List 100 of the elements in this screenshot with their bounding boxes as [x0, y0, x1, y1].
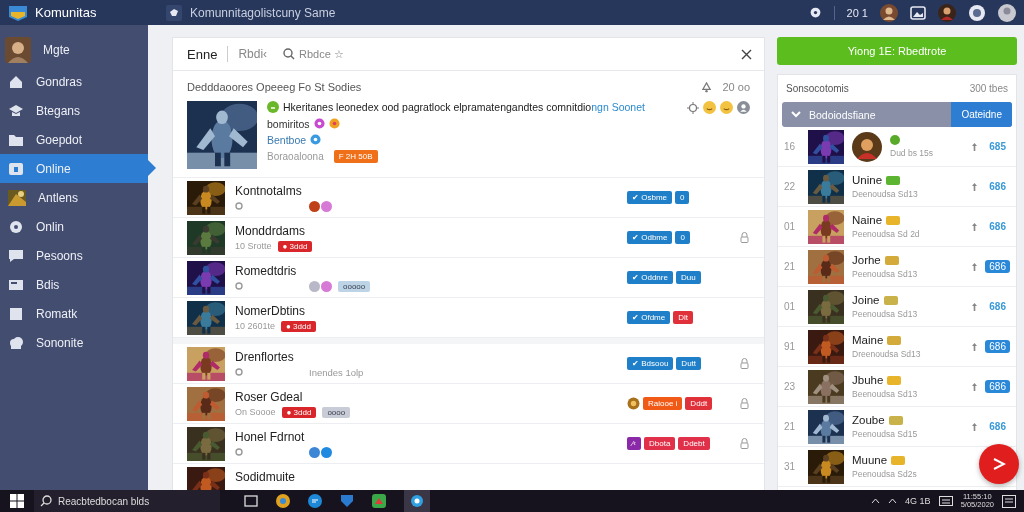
score: 686 — [988, 180, 1007, 193]
player-name[interactable]: Jbuhe — [852, 374, 884, 386]
score: 686 — [985, 340, 1010, 353]
list-row[interactable]: NomerDbtins 10 2601te ● 3ddd ✔ Ofdme Dlt — [173, 298, 764, 338]
group-button[interactable]: Oateidne — [951, 102, 1012, 127]
player-meta: Beenoudsa Sd13 — [852, 389, 919, 399]
post-subtitle: bomiritos — [267, 117, 310, 130]
sidebar-item[interactable]: Sononite — [0, 328, 148, 357]
ranking-title: Sonsocotomis — [786, 83, 849, 94]
item-note: Inendes 1olp — [309, 366, 364, 378]
sidebar-item[interactable]: Mgte — [0, 35, 148, 65]
sidebar-item[interactable]: Onlin — [0, 212, 148, 241]
post-text: Hkeritanes leonedex ood pagratlock elpramatengandtes comnitdiongn Soonet — [283, 101, 645, 114]
list-row[interactable]: Drenflortes Inendes 1olp ✔ Bdsoou Dutt — [173, 344, 764, 384]
player-meta: Peenoudsa Sd 2d — [852, 229, 921, 239]
player-meta: Deenoudsa Sd13 — [852, 189, 919, 199]
tag: ✔ Osbme — [627, 191, 672, 204]
player-name[interactable]: Unine — [852, 174, 883, 186]
sidebar-item[interactable]: Pesoons — [0, 241, 148, 270]
tag: 0 — [675, 231, 690, 244]
tag: Raiooe i — [643, 397, 683, 410]
rank-number: 01 — [784, 301, 797, 312]
sidebar-item[interactable]: Antlens — [0, 183, 148, 212]
item-meta: 10 Srotte — [235, 241, 272, 251]
tab[interactable]: Rbdi‹ — [238, 47, 268, 61]
score: 685 — [988, 140, 1007, 153]
tag: Dddt — [685, 397, 713, 410]
item-title[interactable]: Drenflortes — [235, 349, 535, 364]
item-title[interactable]: Kontnotalms — [235, 183, 535, 198]
tag: Dutt — [676, 357, 702, 370]
rank-number: 16 — [784, 141, 797, 152]
tag: oooo — [322, 406, 351, 418]
post-meta: Boraoaloona — [267, 150, 324, 162]
tag: ⁄‹ — [627, 437, 641, 450]
ranking-count: 300 tbes — [969, 83, 1008, 94]
taskbar-search[interactable]: Reacbtedbocan blds — [34, 490, 220, 512]
tag: ooooo — [338, 280, 371, 292]
player-meta: Peenoudsa Sd15 — [852, 429, 919, 439]
sidebar-item[interactable]: Goepdot — [0, 125, 148, 154]
player-name[interactable]: Naine — [852, 214, 883, 226]
tag: Ddebt — [678, 437, 710, 450]
list-row[interactable]: Honel Fdrnot ⁄‹ Dbota Ddebt — [173, 424, 764, 464]
item-meta: 10 2601te — [235, 321, 276, 331]
tag: ● 3ddd — [277, 240, 313, 252]
tag: ✔ Oddnre — [627, 271, 673, 284]
score: 686 — [988, 420, 1007, 433]
tag: ✔ Ofdme — [627, 311, 671, 324]
post-time: 20 oo — [722, 81, 750, 93]
rank-number: 91 — [784, 341, 797, 352]
item-title[interactable]: Honel Fdrnot — [235, 429, 535, 444]
tray-status: 4G 1B — [905, 496, 931, 506]
tag: ✔ Odbme — [627, 231, 673, 244]
player-name[interactable]: Jorhe — [852, 254, 881, 266]
score: 686 — [985, 380, 1010, 393]
rank-number: 21 — [784, 261, 797, 272]
rank-number: 22 — [784, 181, 797, 192]
section-heading: Dedddaoores Opeeeg Fo St Sodies — [187, 81, 363, 93]
player-meta: Dud bs 15s — [890, 148, 934, 158]
player-meta: Peenoudsa Sd13 — [852, 269, 919, 279]
score: 686 — [988, 220, 1007, 233]
list-row[interactable]: Romedtdris ooooo ✔ Oddnre Duu — [173, 258, 764, 298]
list-row[interactable]: Roser Gdeal On Soooe ● 3ddd oooo Raiooe i Dddt — [173, 384, 764, 424]
player-meta: Peenoudsa Sd13 — [852, 309, 919, 319]
item-meta: On Soooe — [235, 407, 276, 417]
player-meta: Peenoudsa Sd2s — [852, 469, 918, 479]
player-meta: Dreenoudsa Sd13 — [852, 349, 922, 359]
brand-name: Komunitas — [35, 5, 97, 20]
rank-number: 21 — [784, 421, 797, 432]
player-name[interactable]: Joine — [852, 294, 880, 306]
sidebar-item[interactable]: Gondras — [0, 67, 148, 96]
item-title[interactable]: Monddrdams — [235, 223, 535, 238]
item-title[interactable]: Romedtdris — [235, 263, 535, 278]
group-label: Bodoiodsfiane — [809, 108, 877, 121]
list-row[interactable]: Monddrdams 10 Srotte ● 3ddd ✔ Odbme 0 — [173, 218, 764, 258]
post-category: Bentboe — [267, 133, 307, 146]
tab[interactable]: Enne — [187, 46, 218, 62]
group-header[interactable]: Bodoiodsfiane Oateidne — [782, 102, 1012, 127]
tag: Dlt — [673, 311, 693, 324]
item-title[interactable]: NomerDbtins — [235, 303, 535, 318]
score: 686 — [985, 260, 1010, 273]
rank-number: 31 — [784, 461, 797, 472]
item-title[interactable]: Sodidmuite — [235, 469, 535, 484]
tag: Dbota — [644, 437, 676, 450]
tag: ● 3ddd — [281, 320, 316, 332]
sidebar-item[interactable]: Btegans — [0, 96, 148, 125]
rank-number: 01 — [784, 221, 797, 232]
count-label: 20 1 — [846, 6, 868, 19]
item-title[interactable]: Roser Gdeal — [235, 389, 535, 404]
tag: 0 — [675, 191, 690, 204]
score: 686 — [988, 300, 1007, 313]
post-link[interactable]: ngn Soonet — [591, 101, 645, 113]
list-row[interactable]: Kontnotalms ✔ Osbme 0 — [173, 178, 764, 218]
sidebar-item[interactable]: Romatk — [0, 299, 148, 328]
rank-number: 23 — [784, 381, 797, 392]
tag: ● 3ddd — [281, 406, 317, 418]
player-name[interactable]: Zoube — [852, 414, 885, 426]
player-name[interactable]: Maine — [852, 334, 884, 346]
player-name[interactable]: Muune — [852, 454, 888, 466]
sidebar-item[interactable]: Bdis — [0, 270, 148, 299]
tag: ✔ Bdsoou — [627, 357, 674, 370]
